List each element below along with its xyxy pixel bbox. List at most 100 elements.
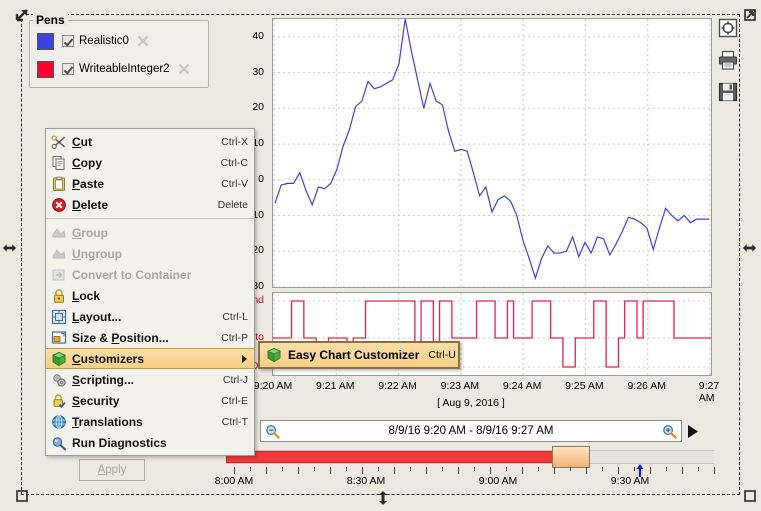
timeline-tick: [554, 467, 555, 474]
save-icon[interactable]: [716, 80, 740, 104]
menu-item-customizers[interactable]: Customizers: [46, 348, 254, 369]
pen-row[interactable]: WriteableInteger2: [37, 60, 190, 78]
timeline-tick: [394, 467, 395, 474]
context-menu[interactable]: Cut Ctrl-X Copy Ctrl-C Paste Ctrl-V Delete Dele…: [45, 128, 255, 456]
date-range-control[interactable]: 8/9/16 9:20 AM - 8/9/16 9:27 AM: [260, 419, 705, 443]
date-range-box[interactable]: 8/9/16 9:20 AM - 8/9/16 9:27 AM: [260, 420, 682, 442]
pen-row[interactable]: Realistic0: [37, 32, 149, 50]
menu-item-cut[interactable]: Cut Ctrl-X: [46, 131, 254, 152]
menu-item-label: Lock: [72, 288, 101, 303]
timeline-tick: [266, 467, 267, 474]
timeline-tick-label: 8:30 AM: [346, 475, 386, 487]
timeline-scrollbar[interactable]: 8:00 AM 8:30 AM 9:00 AM 9:30 AM: [215, 446, 715, 490]
menu-item-label: Layout...: [72, 309, 122, 324]
timeline-selection-handle[interactable]: [552, 446, 590, 468]
menu-item-security[interactable]: Security Ctrl-E: [46, 390, 254, 411]
menu-item-translations[interactable]: Translations Ctrl-T: [46, 411, 254, 432]
timeline-tick: [682, 467, 683, 474]
resize-handle-s[interactable]: [375, 490, 390, 505]
timeline-tick: [714, 467, 715, 474]
menu-item-label: Security: [72, 393, 120, 408]
timeline-tick: [506, 467, 507, 471]
x-axis-tick-label: 9:20 AM: [253, 380, 293, 392]
print-icon[interactable]: [716, 48, 740, 72]
timeline-current-marker: [636, 464, 645, 477]
menu-item-delete[interactable]: Delete Delete: [46, 194, 254, 215]
y-axis-tick-label: 30: [252, 65, 264, 78]
resize-handle-sw[interactable]: [14, 488, 29, 503]
resize-handle-nw[interactable]: [14, 7, 29, 22]
menu-separator: [46, 218, 254, 219]
pen-visibility-checkbox[interactable]: [62, 35, 74, 47]
apply-button[interactable]: Apply: [79, 459, 145, 481]
date-range-value: 8/9/16 9:20 AM - 8/9/16 9:27 AM: [388, 425, 554, 437]
menu-item-label: Ungroup: [72, 246, 122, 261]
security-icon: [46, 393, 72, 409]
customizers-icon: [260, 347, 288, 363]
timeline-tick: [362, 467, 363, 474]
timeline-tick: [698, 467, 699, 471]
timeline-tick: [602, 467, 603, 471]
menu-item-run-diagnostics[interactable]: Run Diagnostics: [46, 432, 254, 453]
analog-plot-svg: [273, 19, 711, 287]
timeline-tick: [618, 467, 619, 474]
timeline-tick: [650, 467, 651, 474]
zoom-out-icon[interactable]: [265, 424, 280, 439]
pen-color-swatch[interactable]: [37, 32, 54, 50]
x-axis-tick-label: 9:22 AM: [378, 380, 417, 392]
timeline-tick: [474, 467, 475, 471]
container-icon: [46, 267, 72, 283]
menu-item-lock[interactable]: Lock: [46, 285, 254, 306]
pen-color-swatch[interactable]: [37, 60, 54, 78]
resize-handle-ne[interactable]: [742, 7, 757, 22]
diagnostics-icon: [46, 435, 72, 451]
menu-item-label: Group: [72, 225, 109, 240]
timeline-tick: [586, 467, 587, 474]
chart-toolbar[interactable]: [716, 16, 744, 112]
play-icon[interactable]: [687, 424, 705, 439]
menu-item-paste[interactable]: Paste Ctrl-V: [46, 173, 254, 194]
x-axis-tick-label: 9:24 AM: [502, 380, 542, 392]
menu-item-layout[interactable]: Layout... Ctrl-L: [46, 306, 254, 327]
x-delete-icon[interactable]: [137, 35, 149, 47]
timeline-tick: [410, 467, 411, 471]
resize-handle-se[interactable]: [742, 488, 757, 503]
menu-item-label: Size & Position...: [72, 330, 169, 345]
translations-icon: [46, 414, 72, 430]
pen-visibility-checkbox[interactable]: [62, 63, 74, 75]
timeline-tick-label: 8:00 AM: [214, 475, 254, 487]
x-delete-icon[interactable]: [178, 63, 190, 75]
pen-name-label: Realistic0: [79, 35, 129, 47]
designer-canvas: Pens Realistic0 WriteableInteger2 40 30 20…: [0, 0, 761, 511]
menu-item-accelerator: Ctrl-L: [222, 310, 248, 323]
timeline-tick: [378, 467, 379, 471]
apply-button-label: Apply: [97, 464, 127, 476]
menu-item-accelerator: Ctrl-T: [221, 415, 248, 428]
timeline-tick: [522, 467, 523, 474]
analog-plot[interactable]: [272, 18, 712, 288]
pens-panel: [29, 20, 209, 88]
menu-item-accelerator: Ctrl-X: [221, 135, 248, 148]
menu-item-accelerator: Ctrl-C: [220, 156, 248, 169]
menu-item-size-position[interactable]: Size & Position... Ctrl-P: [46, 327, 254, 348]
layout-icon: [46, 309, 72, 325]
zoom-in-icon[interactable]: [662, 424, 677, 439]
menu-item-scripting[interactable]: Scripting... Ctrl-J: [46, 369, 254, 390]
zoom-fit-icon[interactable]: [716, 16, 740, 40]
clipboard-icon: [46, 176, 72, 192]
group-icon: [46, 225, 72, 241]
timeline-tick: [666, 467, 667, 471]
resize-handle-w[interactable]: [2, 240, 17, 255]
customizers-submenu[interactable]: Easy Chart Customizer Ctrl-U: [258, 341, 460, 369]
menu-item-accelerator: Ctrl-E: [221, 394, 248, 407]
lock-icon: [46, 288, 72, 304]
pen-name-label: WriteableInteger2: [79, 63, 170, 75]
x-axis-tick-label: 9:25 AM: [565, 380, 604, 392]
timeline-tick: [458, 467, 459, 474]
menu-item-copy[interactable]: Copy Ctrl-C: [46, 152, 254, 173]
resize-handle-e[interactable]: [742, 240, 757, 255]
menu-item-accelerator: Ctrl-P: [221, 331, 248, 344]
customizers-icon: [46, 351, 72, 367]
timeline-tick: [346, 467, 347, 471]
x-axis-tick-label: 9:21 AM: [316, 380, 355, 392]
